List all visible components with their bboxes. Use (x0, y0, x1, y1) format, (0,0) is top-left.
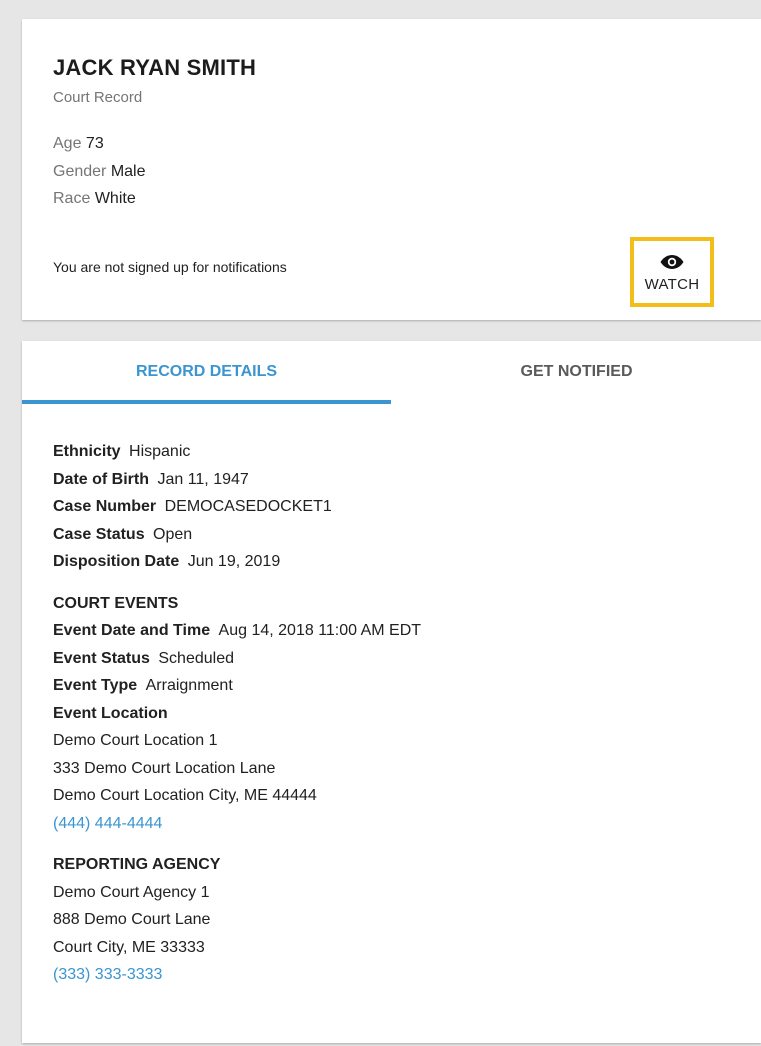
disposition-value: Jun 19, 2019 (187, 553, 281, 570)
race-value: White (94, 190, 136, 207)
case-number-row: Case Number DEMOCASEDOCKET1 (53, 493, 421, 521)
court-phone-link[interactable]: (444) 444-4444 (53, 815, 162, 832)
gender-label: Gender (53, 163, 107, 180)
tab-record-details[interactable]: RECORD DETAILS (22, 341, 391, 403)
agency-line-2: 888 Demo Court Lane (53, 911, 211, 928)
age-row: Age 73 (53, 135, 104, 153)
court-events-title: COURT EVENTS (53, 594, 179, 612)
event-type-value: Arraignment (145, 677, 233, 694)
event-type-label: Event Type (53, 677, 138, 694)
agency-line-1: Demo Court Agency 1 (53, 883, 210, 901)
race-row: Race White (53, 190, 136, 208)
location-line-2: 333 Demo Court Location Lane (53, 759, 276, 777)
tab-bar: RECORD DETAILS GET NOTIFIED (22, 341, 761, 404)
event-status-row: Event Status Scheduled (53, 645, 421, 673)
case-status-value: Open (153, 525, 193, 543)
watch-button[interactable]: WATCH (630, 237, 714, 307)
race-label: Race (53, 190, 91, 207)
location-line-3: Demo Court Location City, ME 44444 (53, 787, 317, 804)
case-number-label: Case Number (53, 498, 157, 515)
record-type: Court Record (53, 89, 143, 106)
disposition-label: Disposition Date (53, 553, 180, 570)
event-status-value: Scheduled (158, 649, 234, 667)
event-type-row: Event Type Arraignment (53, 672, 421, 700)
event-datetime-row: Event Date and Time Aug 14, 2018 11:00 A… (53, 617, 421, 645)
record-details-card: RECORD DETAILS GET NOTIFIED Ethnicity Hi… (22, 341, 761, 1043)
case-status-label: Case Status (53, 525, 145, 543)
tab-get-notified[interactable]: GET NOTIFIED (392, 341, 761, 403)
dob-value: Jan 11, 1947 (157, 470, 249, 488)
dob-label: Date of Birth (53, 470, 149, 488)
agency-phone-link[interactable]: (333) 333-3333 (53, 966, 162, 983)
reporting-agency-title: REPORTING AGENCY (53, 856, 221, 873)
event-datetime-label: Event Date and Time (53, 622, 211, 639)
gender-value: Male (110, 163, 146, 180)
event-datetime-value: Aug 14, 2018 11:00 AM EDT (218, 622, 422, 639)
ethnicity-row: Ethnicity Hispanic (53, 438, 421, 466)
person-name: JACK RYAN SMITH (53, 55, 257, 80)
case-number-value: DEMOCASEDOCKET1 (164, 498, 332, 515)
event-status-label: Event Status (53, 649, 150, 667)
disposition-row: Disposition Date Jun 19, 2019 (53, 548, 421, 576)
dob-row: Date of Birth Jan 11, 1947 (53, 466, 421, 494)
ethnicity-label: Ethnicity (53, 443, 121, 460)
active-tab-indicator (22, 400, 391, 404)
event-location-label: Event Location (53, 704, 168, 722)
ethnicity-value: Hispanic (129, 443, 191, 460)
age-value: 73 (85, 135, 104, 152)
eye-icon (660, 254, 684, 270)
record-details-panel: Ethnicity Hispanic Date of Birth Jan 11,… (53, 438, 421, 989)
event-location-row: Event Location (53, 700, 421, 728)
case-status-row: Case Status Open (53, 521, 421, 549)
record-summary-card: JACK RYAN SMITH Court Record Age 73 Gend… (22, 19, 761, 320)
watch-label: WATCH (644, 275, 700, 293)
gender-row: Gender Male (53, 163, 146, 181)
location-line-1: Demo Court Location 1 (53, 732, 218, 749)
agency-line-3: Court City, ME 33333 (53, 938, 205, 956)
notification-status: You are not signed up for notifications (53, 259, 287, 275)
age-label: Age (53, 135, 82, 152)
